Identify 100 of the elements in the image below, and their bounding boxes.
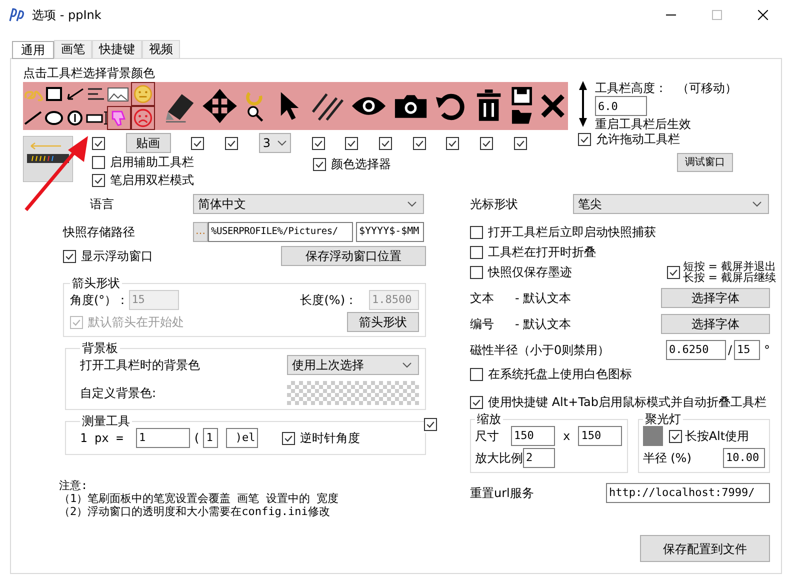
note-text: （2）浮动窗口的透明度和大小需要在config.ini修改: [59, 505, 331, 518]
checkbox-label: 工具栏在打开时折叠: [488, 244, 596, 260]
group-title: 背景板: [81, 341, 119, 355]
checkbox[interactable]: [470, 368, 483, 380]
group-title: 测量工具: [81, 414, 131, 428]
checkbox[interactable]: [92, 174, 105, 186]
field-label: 磁性半径（小于0则禁用）: [470, 342, 610, 358]
times-text: x: [563, 429, 570, 443]
checkbox[interactable]: [470, 246, 483, 258]
field-label: 自定义背景色:: [80, 384, 156, 402]
height-field[interactable]: 6.0: [595, 96, 647, 116]
toolbar-thumbnail: [23, 136, 73, 182]
path-field[interactable]: %USERPROFILE%/Pictures/: [208, 222, 353, 242]
toolbar-preview[interactable]: [23, 82, 568, 130]
field-label: 打开工具栏时的背景色: [80, 356, 200, 374]
save-config-button[interactable]: 保存配置到文件: [640, 535, 770, 562]
radius-field[interactable]: 10.00: [723, 448, 765, 468]
debug-window-button[interactable]: 调试窗口: [677, 153, 733, 172]
field-label: 放大比例: [475, 450, 523, 466]
line-icon: [23, 110, 43, 126]
checkbox[interactable]: [191, 136, 204, 150]
checkbox-label: 允许拖动工具栏: [596, 131, 680, 147]
width-field[interactable]: 150: [511, 426, 555, 446]
checkbox[interactable]: [470, 226, 483, 238]
checkbox[interactable]: [668, 430, 682, 442]
checkbox[interactable]: [470, 266, 483, 278]
font-name-text: - 默认文本: [515, 316, 572, 332]
field-label: 语言: [89, 196, 115, 212]
checkbox-label: 启用辅助工具栏: [110, 154, 194, 170]
field-label: 1 px =: [80, 431, 124, 445]
checkbox[interactable]: [345, 136, 358, 150]
choose-font-button[interactable]: 选择字体: [661, 314, 770, 334]
checkbox[interactable]: [313, 158, 326, 170]
scale-field[interactable]: 1: [136, 428, 190, 448]
checkbox[interactable]: [578, 132, 591, 146]
close-icon[interactable]: [758, 10, 768, 20]
chevron-icon: [402, 362, 412, 368]
tab[interactable]: 视频: [142, 40, 180, 58]
save-open-icon: [508, 86, 534, 126]
field-label: 长度(%)：: [300, 292, 357, 308]
arrow-icon: [65, 86, 85, 102]
color-swatch[interactable]: [287, 381, 419, 405]
checkbox[interactable]: [312, 136, 325, 150]
checkbox[interactable]: [282, 432, 296, 444]
up-down-arrow-icon: [578, 81, 588, 127]
checkbox[interactable]: [666, 266, 680, 278]
angle-field[interactable]: 15: [734, 340, 760, 360]
checkbox[interactable]: [480, 136, 494, 150]
checkbox-label: 显示浮动窗口: [81, 248, 153, 264]
language-dropdown[interactable]: 简体中文: [193, 194, 424, 214]
field-label: 尺寸: [475, 428, 500, 444]
number-dropdown[interactable]: 3: [258, 133, 291, 153]
checkbox[interactable]: [424, 418, 437, 431]
unit-text: °: [764, 343, 770, 357]
tab[interactable]: 通用: [12, 41, 54, 59]
note-text: （1）笔刷面板中的笔宽设置会覆盖 画笔 设置中的 宽度: [59, 492, 340, 505]
field-label: 文本: [470, 290, 495, 306]
sad-face-icon: [131, 106, 155, 130]
unit-field[interactable]: 1: [203, 428, 218, 448]
save-position-button[interactable]: 保存浮动窗口位置: [281, 246, 426, 266]
cursor-shape-dropdown[interactable]: 笔尖: [573, 194, 769, 214]
group-title: 聚光灯: [644, 412, 682, 426]
chevron-icon: [407, 201, 417, 207]
checkbox[interactable]: [225, 136, 238, 150]
numbered-circle-icon: [65, 110, 85, 126]
radius-field[interactable]: 0.6250: [666, 340, 726, 360]
app-icon: [8, 7, 26, 23]
choose-font-button[interactable]: 选择字体: [661, 288, 770, 308]
checkbox-label: 颜色选择器: [331, 156, 391, 172]
section-label: 点击工具栏选择背景颜色: [23, 65, 156, 81]
height-field[interactable]: 150: [578, 426, 622, 446]
checkbox[interactable]: [446, 136, 460, 150]
filename-pattern-field[interactable]: $YYYY$-$MM: [356, 222, 424, 242]
window-title: 选项 - ppInk: [32, 6, 102, 24]
background-dropdown[interactable]: 使用上次选择: [287, 355, 419, 375]
ellipse-icon: [44, 110, 64, 126]
checkbox[interactable]: [470, 396, 483, 408]
checkbox[interactable]: [514, 136, 527, 150]
checkbox-label: 使用快捷键 Alt+Tab启用鼠标模式并自动折叠工具栏: [488, 394, 766, 410]
group-title: 箭头形状: [71, 276, 121, 290]
text-box-icon: [86, 110, 110, 126]
rectangle-icon: [44, 86, 64, 102]
checkbox[interactable]: [412, 136, 426, 150]
tab[interactable]: 画笔: [54, 40, 92, 58]
field-label: 重置url服务: [470, 484, 534, 502]
field-label: 光标形状: [470, 196, 519, 212]
arrow-shape-button[interactable]: 箭头形状: [347, 312, 419, 332]
ratio-field[interactable]: 2: [523, 448, 555, 468]
checkbox-label: 长按Alt使用: [684, 428, 750, 444]
checkbox[interactable]: [92, 136, 105, 150]
url-field[interactable]: http://localhost:7999/: [606, 483, 770, 503]
tab[interactable]: 快捷键: [92, 40, 142, 58]
checkbox[interactable]: [92, 156, 105, 168]
field-label: 工具栏高度：: [595, 81, 667, 95]
text-lines-icon: [86, 86, 106, 102]
unit-name-field[interactable]: )el: [226, 428, 258, 448]
checkbox[interactable]: [379, 136, 392, 150]
checkbox[interactable]: [63, 250, 76, 262]
color-swatch[interactable]: [642, 426, 663, 446]
sticker-button[interactable]: 贴画: [126, 133, 171, 153]
